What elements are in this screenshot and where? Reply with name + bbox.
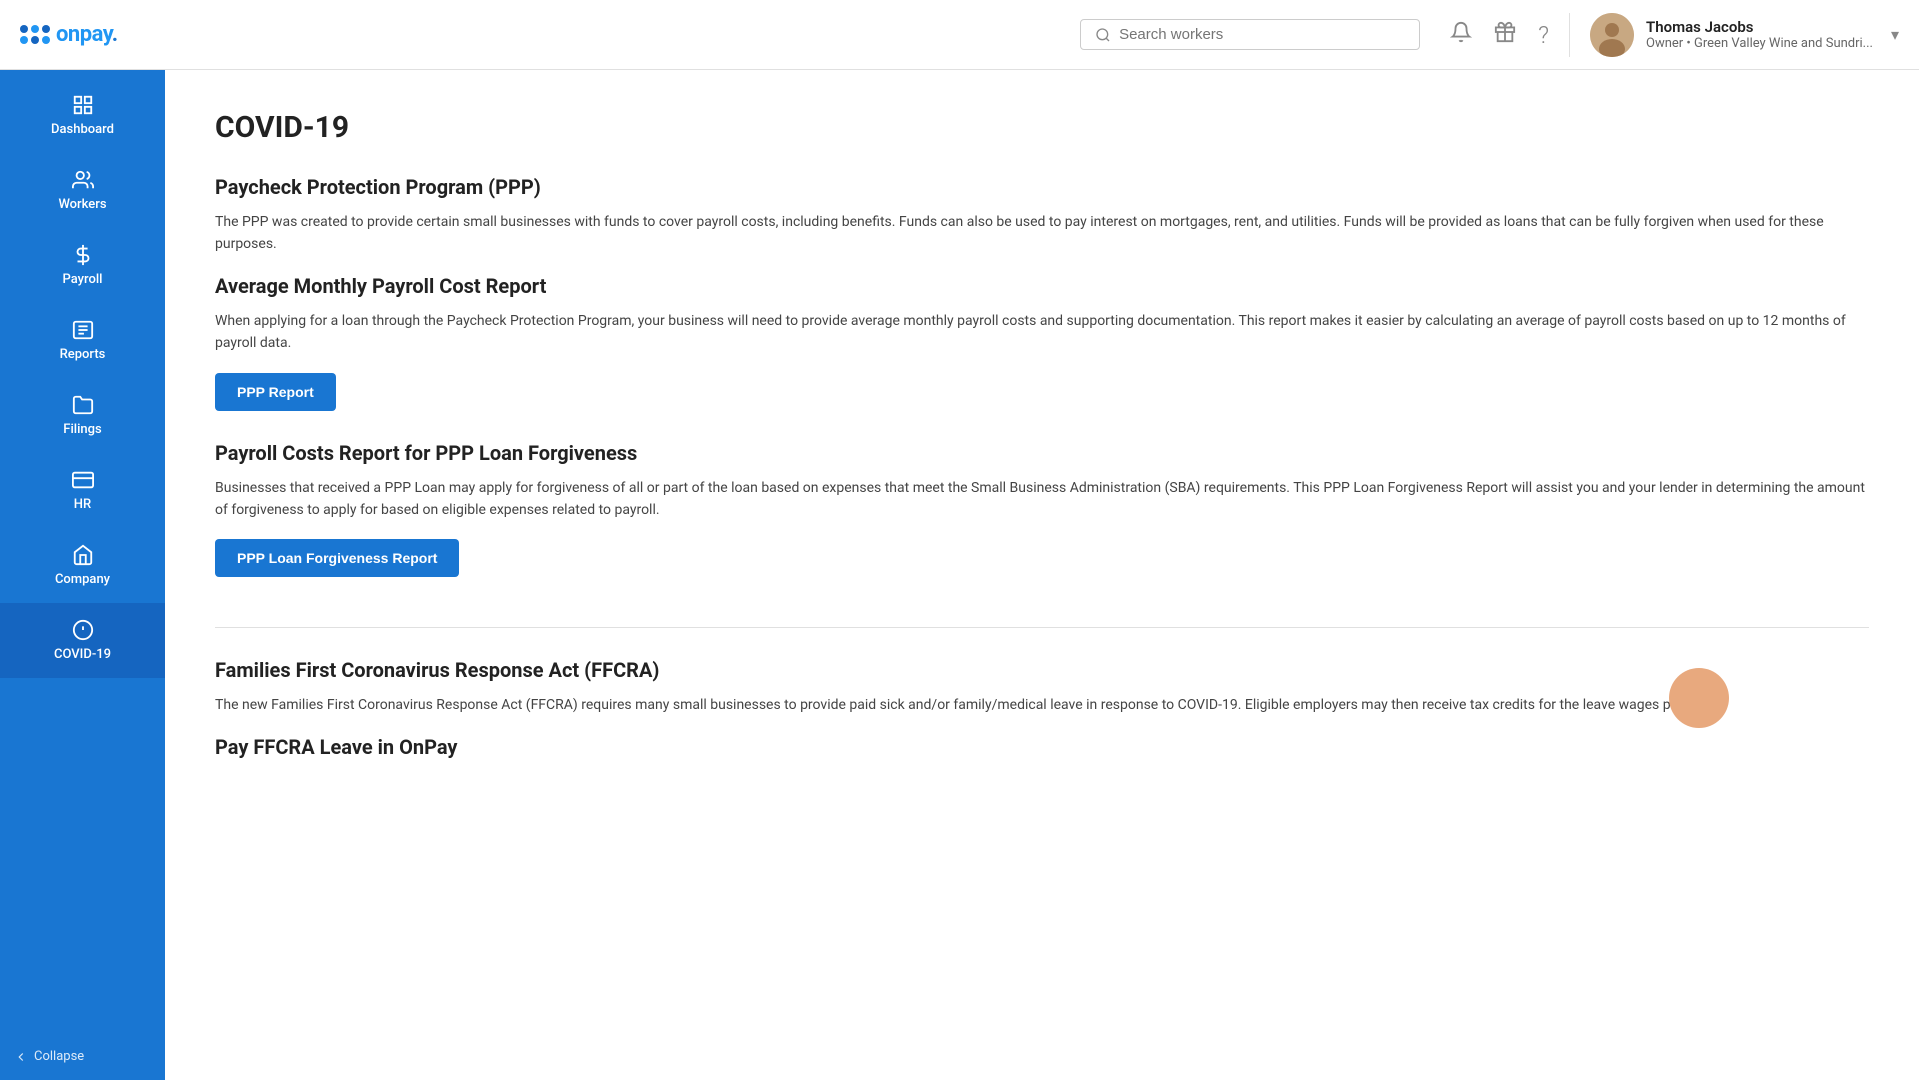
- avg-monthly-title: Average Monthly Payroll Cost Report: [215, 274, 1869, 298]
- notifications-icon[interactable]: [1450, 21, 1472, 49]
- user-role: Owner • Green Valley Wine and Sundri...: [1646, 36, 1873, 51]
- sidebar-label-workers: Workers: [58, 197, 106, 212]
- logo-icon: [20, 25, 50, 44]
- search-icon: [1095, 27, 1111, 43]
- ppp-body: The PPP was created to provide certain s…: [215, 211, 1869, 256]
- layout: Dashboard Workers Payroll: [0, 70, 1919, 1080]
- reports-icon: [72, 319, 94, 341]
- sidebar-label-payroll: Payroll: [63, 272, 103, 287]
- sidebar-label-company: Company: [55, 572, 110, 587]
- user-section[interactable]: Thomas Jacobs Owner • Green Valley Wine …: [1569, 13, 1899, 57]
- logo-text: onpay.: [56, 22, 118, 47]
- collapse-icon: [14, 1050, 28, 1064]
- decorative-bubble: [1669, 668, 1729, 728]
- sidebar-item-hr[interactable]: HR: [0, 453, 165, 528]
- pay-ffcra-title: Pay FFCRA Leave in OnPay: [215, 735, 1869, 759]
- gift-icon[interactable]: [1494, 21, 1516, 49]
- user-name: Thomas Jacobs: [1646, 18, 1873, 36]
- ffcra-body: The new Families First Coronavirus Respo…: [215, 694, 1869, 716]
- sidebar-label-dashboard: Dashboard: [51, 122, 114, 137]
- sidebar-label-filings: Filings: [63, 422, 101, 437]
- ppp-report-button[interactable]: PPP Report: [215, 373, 336, 411]
- covid19-icon: [72, 619, 94, 641]
- ffcra-section: Families First Coronavirus Response Act …: [215, 658, 1869, 716]
- filings-icon: [72, 394, 94, 416]
- sidebar-label-hr: HR: [74, 497, 91, 512]
- user-info: Thomas Jacobs Owner • Green Valley Wine …: [1646, 18, 1873, 51]
- sidebar-item-workers[interactable]: Workers: [0, 153, 165, 228]
- search-input[interactable]: [1119, 26, 1405, 43]
- sidebar-item-payroll[interactable]: Payroll: [0, 228, 165, 303]
- loan-forgiveness-body: Businesses that received a PPP Loan may …: [215, 477, 1869, 522]
- dashboard-icon: [72, 94, 94, 116]
- search-bar[interactable]: [1080, 19, 1420, 50]
- company-icon: [72, 544, 94, 566]
- ppp-title: Paycheck Protection Program (PPP): [215, 175, 1869, 199]
- page-title: COVID-19: [215, 110, 1869, 145]
- sidebar-item-reports[interactable]: Reports: [0, 303, 165, 378]
- chevron-down-icon: ▾: [1891, 25, 1899, 44]
- sidebar-item-filings[interactable]: Filings: [0, 378, 165, 453]
- sidebar: Dashboard Workers Payroll: [0, 70, 165, 1080]
- collapse-label: Collapse: [34, 1049, 84, 1064]
- sidebar-collapse[interactable]: Collapse: [0, 1033, 165, 1080]
- workers-icon: [72, 169, 94, 191]
- payroll-icon: [72, 244, 94, 266]
- help-icon[interactable]: ?: [1538, 21, 1549, 49]
- ffcra-title: Families First Coronavirus Response Act …: [215, 658, 1869, 682]
- sidebar-item-covid19[interactable]: COVID-19: [0, 603, 165, 678]
- main-content: COVID-19 Paycheck Protection Program (PP…: [165, 70, 1919, 1080]
- avg-monthly-body: When applying for a loan through the Pay…: [215, 310, 1869, 355]
- logo[interactable]: onpay.: [20, 22, 118, 47]
- sidebar-item-dashboard[interactable]: Dashboard: [0, 78, 165, 153]
- loan-forgiveness-title: Payroll Costs Report for PPP Loan Forgiv…: [215, 441, 1869, 465]
- avatar-image: [1590, 13, 1634, 57]
- section-divider: [215, 627, 1869, 628]
- sidebar-label-reports: Reports: [60, 347, 106, 362]
- hr-icon: [72, 469, 94, 491]
- topnav-icons: ?: [1450, 21, 1549, 49]
- sidebar-item-company[interactable]: Company: [0, 528, 165, 603]
- top-navigation: onpay. ?: [0, 0, 1919, 70]
- sidebar-label-covid19: COVID-19: [54, 647, 111, 662]
- ppp-loan-forgiveness-button[interactable]: PPP Loan Forgiveness Report: [215, 539, 459, 577]
- avatar: [1590, 13, 1634, 57]
